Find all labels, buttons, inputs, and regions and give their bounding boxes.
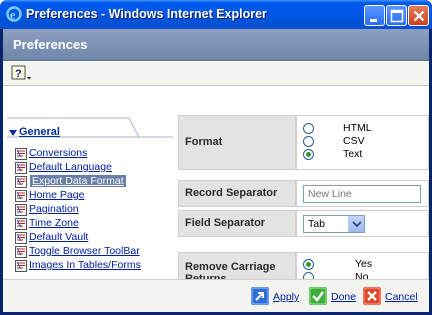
nav-section-general[interactable]: General	[19, 126, 60, 138]
record-separator-cell	[296, 180, 429, 207]
close-button[interactable]	[408, 5, 429, 26]
format-options: HTML CSV Text	[296, 115, 429, 170]
field-separator-cell: Tab	[296, 210, 429, 237]
cancel-label: Cancel	[385, 291, 418, 303]
option-label: Text	[343, 148, 363, 160]
checkmark-icon	[309, 287, 327, 305]
window-title: Preferences - Windows Internet Explorer	[26, 7, 267, 21]
cancel-button[interactable]: Cancel	[363, 287, 423, 305]
footer-bar: Apply Done Cancel	[3, 279, 429, 312]
nav-item-label: Toggle Browser ToolBar	[29, 245, 140, 257]
expand-arrow-icon	[9, 130, 17, 136]
nav-item-label: Default Vault	[29, 231, 89, 243]
internet-explorer-icon: e	[6, 6, 22, 22]
radio-button-selected[interactable]	[303, 149, 314, 160]
page-header: Preferences	[3, 29, 429, 61]
field-separator-label: Field Separator	[178, 210, 296, 237]
page-title: Preferences	[13, 37, 88, 52]
chevron-down-icon	[352, 221, 362, 228]
svg-text:?: ?	[15, 68, 22, 80]
document-icon	[15, 232, 27, 244]
radio-button[interactable]	[303, 123, 314, 134]
done-button[interactable]: Done	[309, 287, 359, 305]
nav-item-label: Export Data Format	[30, 175, 126, 187]
dropdown-button[interactable]	[348, 216, 364, 232]
browser-window: e Preferences - Windows Internet Explore…	[0, 0, 432, 315]
document-icon	[15, 246, 27, 258]
apply-label: Apply	[273, 291, 300, 303]
document-icon	[15, 190, 27, 202]
record-separator-label: Record Separator	[178, 180, 296, 207]
format-label: Format	[178, 115, 296, 170]
document-icon	[15, 218, 27, 230]
option-label: CSV	[343, 135, 365, 147]
apply-button[interactable]: Apply	[251, 287, 301, 305]
document-icon	[15, 148, 27, 160]
maximize-icon	[390, 9, 404, 23]
document-icon	[15, 204, 27, 216]
format-option-html[interactable]: HTML	[303, 122, 423, 135]
nav-item-label: Conversions	[29, 147, 88, 159]
select-value: Tab	[308, 218, 325, 230]
close-icon	[413, 10, 425, 22]
option-label: Yes	[355, 258, 373, 270]
nav-item-label: Images In Tables/Forms	[29, 259, 141, 271]
field-separator-select[interactable]: Tab	[303, 215, 365, 233]
apply-icon	[251, 287, 269, 305]
nav-item-label: Pagination	[29, 203, 79, 215]
document-icon	[15, 176, 27, 188]
minimize-icon	[370, 19, 377, 22]
record-separator-input[interactable]	[303, 185, 421, 203]
done-label: Done	[331, 291, 357, 303]
format-option-csv[interactable]: CSV	[303, 135, 423, 148]
radio-button[interactable]	[303, 136, 314, 147]
title-bar[interactable]: e Preferences - Windows Internet Explore…	[0, 0, 432, 29]
format-option-text[interactable]: Text	[303, 148, 423, 161]
maximize-button[interactable]	[386, 5, 407, 26]
svg-text:e: e	[10, 8, 16, 22]
document-icon	[15, 260, 27, 272]
option-label: HTML	[343, 122, 372, 134]
remove-cr-option-yes[interactable]: Yes	[303, 258, 423, 271]
cancel-x-icon	[363, 287, 381, 305]
toolbar: ?	[3, 62, 429, 86]
document-icon	[15, 162, 27, 174]
radio-button-selected[interactable]	[303, 259, 314, 270]
help-icon[interactable]: ?	[11, 65, 33, 83]
nav-item-label: Default Language	[29, 161, 112, 173]
minimize-button[interactable]	[364, 5, 385, 26]
nav-item-label: Home Page	[29, 189, 85, 201]
page-frame: Preferences ? General Conversions Defaul…	[3, 29, 429, 312]
content-area: General Conversions Default Language Exp…	[3, 86, 429, 290]
nav-item-label: Time Zone	[29, 217, 79, 229]
